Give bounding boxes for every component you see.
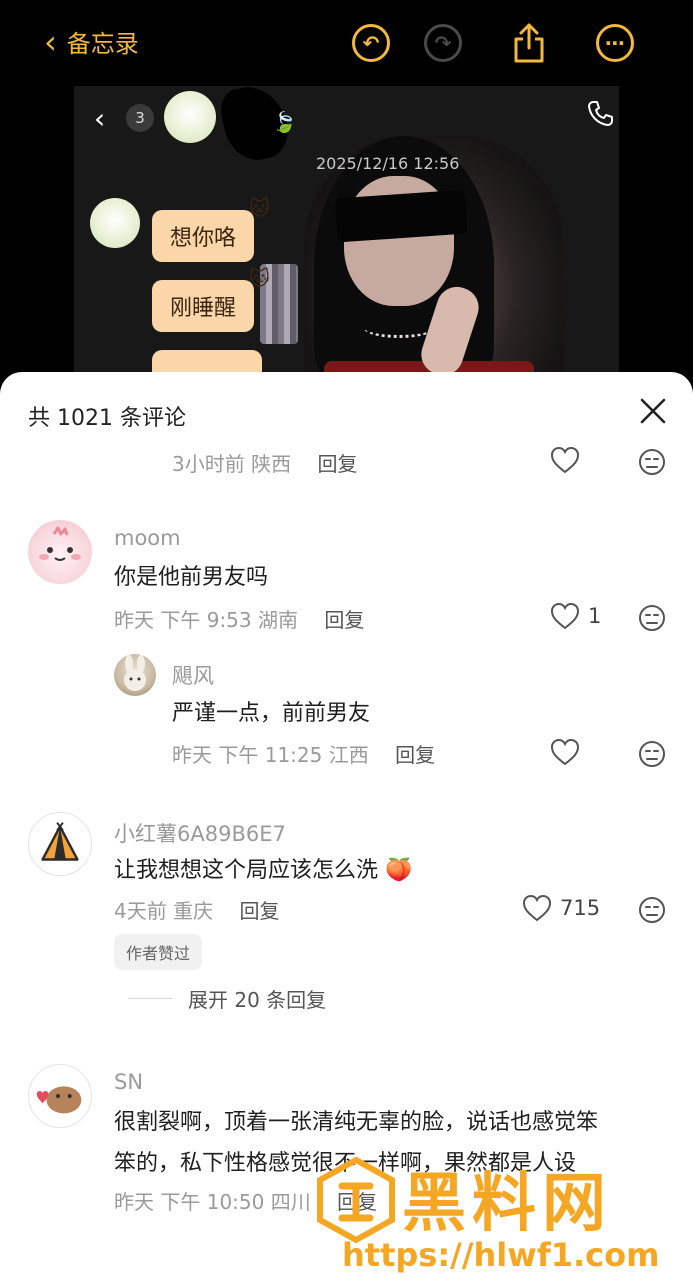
reply-text: 严谨一点，前前男友 <box>172 701 371 726</box>
dislike-face-icon[interactable] <box>638 740 666 768</box>
comment-username[interactable]: moom <box>114 526 181 550</box>
avatar[interactable] <box>114 654 156 696</box>
face-censor-bar <box>334 189 468 243</box>
like-count: 1 <box>588 604 602 628</box>
avatar[interactable] <box>28 520 92 584</box>
dislike-face-icon[interactable] <box>638 448 666 476</box>
comment-text: 你是他前男友吗 <box>114 565 269 590</box>
heart-icon <box>522 894 552 922</box>
avatar[interactable] <box>28 812 92 876</box>
message-text: 刚睡醒 <box>170 296 237 321</box>
close-icon[interactable] <box>638 396 668 426</box>
message-text: 想你咯 <box>170 226 237 251</box>
reply-time: 下午 11:25 <box>218 743 323 767</box>
comment-time: 3小时前 <box>172 452 245 476</box>
comments-sheet: 共 1021 条评论 3小时前 陕西 回复 moom 你是他前男友吗 昨天 下午… <box>0 372 693 1280</box>
reply-username[interactable]: 飓风 <box>172 660 214 690</box>
back-button[interactable]: ‹ 备忘录 <box>44 24 139 59</box>
more-icon[interactable]: ⋯ <box>596 24 634 62</box>
cat-sticker-icon: 🐱 <box>249 266 271 290</box>
message-bubble: 刚睡醒 🐱 <box>152 266 270 332</box>
capybara-avatar-image <box>36 1086 82 1114</box>
contact-avatar <box>164 91 216 143</box>
reply-date: 昨天 <box>172 743 212 767</box>
comment-time: 下午 9:53 <box>160 608 252 632</box>
watermark-logo-icon <box>317 1156 395 1244</box>
comment-location: 陕西 <box>251 452 292 476</box>
undo-icon[interactable]: ↶ <box>352 24 390 62</box>
reply-button[interactable]: 回复 <box>395 743 435 767</box>
comment-text: 让我想想这个局应该怎么洗 🍑 <box>114 852 412 890</box>
like-button[interactable]: 715 <box>522 894 600 922</box>
comment-username[interactable]: 小红薯6A89B6E7 <box>114 818 286 848</box>
notes-top-bar: ‹ 备忘录 ↶ ↷ ⋯ <box>0 0 693 86</box>
watermark-title: 黑料网 <box>402 1167 612 1241</box>
comment-text: 很割裂啊，顶着一张清纯无辜的脸，说话也感觉笨 <box>114 1110 599 1135</box>
comment-username[interactable]: SN <box>114 1070 143 1094</box>
unread-badge: 3 <box>126 104 154 132</box>
phone-call-icon <box>588 101 613 126</box>
comment-time: 下午 10:50 <box>160 1190 265 1214</box>
pink-dino-avatar-image <box>39 526 81 561</box>
leaf-icon: 🍃 <box>272 110 297 134</box>
message-bubble: 想你咯 🐱 <box>152 196 270 262</box>
reply-button[interactable]: 回复 <box>317 452 357 476</box>
reply-meta: 昨天 下午 11:25 江西 回复 <box>172 739 435 768</box>
comment-text-content: 让我想想这个局应该怎么洗 <box>114 858 379 883</box>
dislike-face-icon[interactable] <box>638 604 666 632</box>
reply-button[interactable]: 回复 <box>239 899 279 923</box>
reply-button[interactable]: 回复 <box>324 608 364 632</box>
expand-replies-label: 展开 20 条回复 <box>188 988 327 1012</box>
comment-meta: 3小时前 陕西 回复 <box>172 448 357 477</box>
photo-necklace <box>364 318 434 338</box>
comment-location: 湖南 <box>258 608 298 632</box>
share-icon[interactable] <box>512 22 546 64</box>
comment-location: 重庆 <box>173 899 214 923</box>
like-button[interactable] <box>550 446 580 474</box>
back-label: 备忘录 <box>66 30 139 58</box>
expand-replies-button[interactable]: 展开 20 条回复 <box>128 984 326 1013</box>
like-button[interactable] <box>550 738 580 766</box>
redo-icon[interactable]: ↷ <box>424 24 462 62</box>
comment-location: 四川 <box>270 1190 311 1214</box>
chat-timestamp: 2025/12/16 12:56 <box>316 154 460 173</box>
heart-icon <box>550 602 580 630</box>
cat-sticker-icon: 🐱 <box>249 196 271 220</box>
watermark-url: https://hlwf1.com <box>342 1236 660 1274</box>
heart-icon <box>550 738 580 766</box>
comment-count-title: 共 1021 条评论 <box>28 406 186 431</box>
chat-back-icon: ‹ <box>94 102 106 135</box>
bunny-avatar-image <box>124 655 146 691</box>
peach-emoji-icon: 🍑 <box>385 858 413 883</box>
reply-location: 江西 <box>328 743 369 767</box>
dislike-face-icon[interactable] <box>638 896 666 924</box>
comment-date: 昨天 <box>114 1190 154 1214</box>
heart-icon <box>550 446 580 474</box>
message-avatar <box>90 198 140 248</box>
chevron-left-icon: ‹ <box>44 22 57 61</box>
tent-avatar-image <box>41 822 79 861</box>
comment-meta: 昨天 下午 9:53 湖南 回复 <box>114 604 364 633</box>
avatar[interactable] <box>28 1064 92 1128</box>
comment-meta: 4天前 重庆 回复 <box>114 895 279 924</box>
chat-screenshot-image: ‹ 3 村 🍃 2025/12/16 12:56 想你咯 🐱 刚睡醒 🐱 <box>74 86 619 386</box>
author-liked-badge: 作者赞过 <box>114 934 203 970</box>
divider-line <box>128 998 172 999</box>
comment-date: 4天前 <box>114 899 167 923</box>
like-count: 715 <box>560 896 601 920</box>
comment-date: 昨天 <box>114 608 154 632</box>
like-button[interactable]: 1 <box>550 602 601 630</box>
